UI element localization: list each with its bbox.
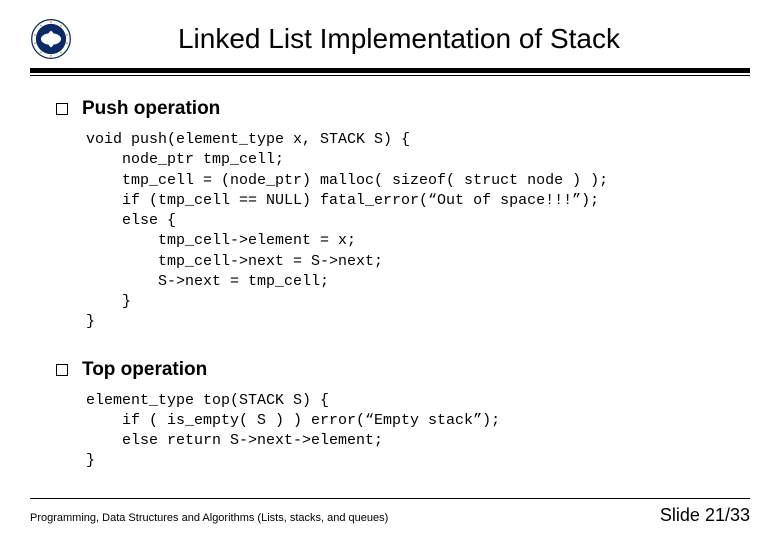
slide-title: Linked List Implementation of Stack xyxy=(78,23,750,55)
seal-logo-icon xyxy=(30,18,72,60)
section-push: Push operation void push(element_type x,… xyxy=(30,98,750,333)
divider-thick xyxy=(30,68,750,73)
slide-footer: Programming, Data Structures and Algorit… xyxy=(30,498,750,526)
footer-slide-number: Slide 21/33 xyxy=(660,505,750,526)
bullet-square-icon xyxy=(56,364,68,376)
section-top: Top operation element_type top(STACK S) … xyxy=(30,359,750,472)
footer-course-text: Programming, Data Structures and Algorit… xyxy=(30,512,388,524)
code-block-top: element_type top(STACK S) { if ( is_empt… xyxy=(30,391,750,472)
section-head-top: Top operation xyxy=(30,359,750,381)
code-block-push: void push(element_type x, STACK S) { nod… xyxy=(30,130,750,333)
slide: Linked List Implementation of Stack Push… xyxy=(0,0,780,540)
slide-header: Linked List Implementation of Stack xyxy=(30,0,750,68)
bullet-square-icon xyxy=(56,103,68,115)
section-head-push: Push operation xyxy=(30,98,750,120)
section-title-push: Push operation xyxy=(82,98,220,120)
footer-rule xyxy=(30,498,750,499)
slide-content: Push operation void push(element_type x,… xyxy=(30,76,750,472)
footer-row: Programming, Data Structures and Algorit… xyxy=(30,505,750,526)
section-title-top: Top operation xyxy=(82,359,207,381)
